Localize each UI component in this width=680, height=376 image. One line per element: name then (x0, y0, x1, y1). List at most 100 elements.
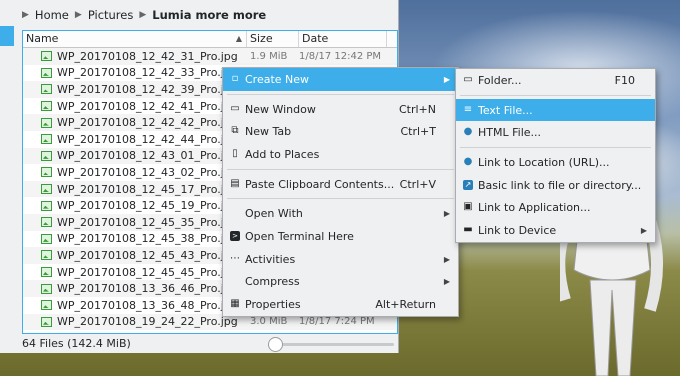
submenu-folder-shortcut: F10 (614, 73, 635, 87)
sort-ascending-icon: ▲ (235, 34, 242, 43)
submenu-arrow-icon: ▶ (443, 277, 450, 287)
file-name-cell: WP_20170108_12_42_39_Pro.jpg (23, 83, 248, 96)
menu-paste[interactable]: ▤ Paste Clipboard Contents... Ctrl+V (223, 173, 458, 196)
file-name: WP_20170108_12_42_39_Pro.jpg (57, 82, 238, 96)
file-name-cell: WP_20170108_12_45_38_Pro.jpg (23, 232, 248, 245)
submenu-link-device[interactable]: ▬ Link to Device ▶ (456, 219, 655, 242)
menu-compress[interactable]: Compress ▶ (223, 271, 458, 294)
submenu-link-location[interactable]: ● Link to Location (URL)... (456, 151, 655, 174)
submenu-link-location-label: Link to Location (URL)... (478, 155, 610, 169)
file-name-cell: WP_20170108_12_42_33_Pro.jpg (23, 66, 248, 79)
column-name[interactable]: Name ▲ (23, 31, 247, 47)
file-size: 3.0 MiB (250, 316, 288, 328)
menu-paste-label: Paste Clipboard Contents... (245, 177, 395, 191)
column-date[interactable]: Date (299, 31, 387, 47)
submenu-basic-link[interactable]: ↗ Basic link to file or directory... (456, 174, 655, 197)
submenu-text-file[interactable]: ≡ Text File... (456, 98, 655, 122)
file-name: WP_20170108_19_24_22_Pro.jpg (57, 315, 238, 329)
submenu-arrow-icon: ▶ (443, 74, 450, 84)
column-size[interactable]: Size (247, 31, 299, 47)
submenu-arrow-icon: ▶ (443, 209, 450, 219)
file-name-cell: WP_20170108_13_36_48_Pro.jpg (23, 299, 248, 312)
image-file-icon (41, 84, 52, 95)
window-icon: ▭ (230, 102, 240, 114)
breadcrumb-arrow-icon[interactable]: ▶ (22, 10, 29, 20)
submenu-html-file[interactable]: ● HTML File... (456, 121, 655, 144)
file-name-cell: WP_20170108_12_45_19_Pro.jpg (23, 199, 248, 212)
menu-properties-shortcut: Alt+Return (375, 298, 436, 312)
image-file-icon (41, 316, 52, 327)
menu-new-window[interactable]: ▭ New Window Ctrl+N (223, 98, 458, 121)
application-icon: ▣ (463, 201, 473, 213)
file-name: WP_20170108_12_42_33_Pro.jpg (57, 66, 238, 80)
submenu-folder-label: Folder... (478, 73, 522, 87)
submenu-link-application[interactable]: ▣ Link to Application... (456, 196, 655, 219)
menu-properties[interactable]: ▦ Properties Alt+Return (223, 293, 458, 316)
image-file-icon (41, 101, 52, 112)
submenu-arrow-icon: ▶ (640, 225, 647, 235)
breadcrumb-home[interactable]: Home (35, 8, 69, 22)
menu-separator (227, 198, 454, 200)
file-name-cell: WP_20170108_19_24_22_Pro.jpg (23, 315, 248, 328)
submenu-basic-link-label: Basic link to file or directory... (478, 178, 642, 192)
file-name: WP_20170108_12_42_41_Pro.jpg (57, 99, 238, 113)
image-file-icon (41, 283, 52, 294)
image-file-icon (41, 67, 52, 78)
menu-open-terminal-label: Open Terminal Here (245, 229, 354, 243)
create-new-icon: ▫ (231, 73, 239, 84)
file-name-cell: WP_20170108_12_45_17_Pro.jpg (23, 183, 248, 196)
file-name-cell: WP_20170108_12_43_02_Pro.jpg (23, 166, 248, 179)
file-name: WP_20170108_12_45_19_Pro.jpg (57, 199, 238, 213)
file-name-cell: WP_20170108_12_42_44_Pro.jpg (23, 133, 248, 146)
bookmark-icon: ▯ (232, 148, 238, 160)
menu-separator (460, 94, 651, 96)
image-file-icon (41, 267, 52, 278)
paste-icon: ▤ (230, 177, 240, 189)
image-file-icon (41, 134, 52, 145)
file-name-cell: WP_20170108_12_42_41_Pro.jpg (23, 100, 248, 113)
menu-paste-shortcut: Ctrl+V (399, 177, 436, 191)
status-bar: 64 Files (142.4 MiB) (0, 334, 398, 353)
menu-open-terminal[interactable]: > Open Terminal Here (223, 225, 458, 248)
places-selected-item[interactable] (0, 26, 14, 46)
zoom-slider[interactable] (268, 337, 394, 352)
globe-icon: ● (463, 126, 473, 138)
menu-new-tab[interactable]: ⧉ New Tab Ctrl+T (223, 120, 458, 143)
globe-icon: ● (463, 156, 473, 168)
zoom-slider-handle[interactable] (268, 337, 283, 352)
submenu-folder[interactable]: ▭ Folder... F10 (456, 69, 655, 92)
breadcrumb-separator-icon: ▶ (139, 10, 147, 20)
link-icon: ↗ (463, 179, 473, 190)
file-name: WP_20170108_12_45_38_Pro.jpg (57, 232, 238, 246)
image-file-icon (41, 150, 52, 161)
menu-open-with[interactable]: Open With ▶ (223, 202, 458, 225)
status-text: 64 Files (142.4 MiB) (22, 337, 131, 350)
menu-add-to-places-label: Add to Places (245, 147, 320, 161)
file-size: 1.9 MiB (250, 50, 288, 62)
folder-icon: ▭ (463, 74, 473, 85)
file-name: WP_20170108_12_42_44_Pro.jpg (57, 132, 238, 146)
image-file-icon (41, 233, 52, 244)
file-name-cell: WP_20170108_12_42_42_Pro.jpg (23, 116, 248, 129)
file-row[interactable]: WP_20170108_12_42_31_Pro.jpg 1.9 MiB 1/8/1… (23, 48, 397, 65)
menu-add-to-places[interactable]: ▯ Add to Places (223, 143, 458, 166)
submenu-arrow-icon: ▶ (443, 254, 450, 264)
menu-compress-label: Compress (245, 275, 300, 289)
menu-properties-label: Properties (245, 298, 301, 312)
places-panel (0, 0, 18, 353)
menu-new-tab-label: New Tab (245, 125, 292, 139)
image-file-icon (41, 300, 52, 311)
menu-activities[interactable]: ⋯ Activities ▶ (223, 248, 458, 271)
image-file-icon (41, 184, 52, 195)
terminal-icon: > (230, 231, 240, 242)
menu-create-new[interactable]: ▫ Create New ▶ (223, 68, 458, 91)
create-new-submenu: ▭ Folder... F10 ≡ Text File... ● HTML Fi… (455, 68, 656, 243)
submenu-text-file-label: Text File... (478, 103, 533, 117)
file-name: WP_20170108_12_42_42_Pro.jpg (57, 116, 238, 130)
breadcrumb-separator-icon: ▶ (74, 10, 82, 20)
file-name-cell: WP_20170108_13_36_46_Pro.jpg (23, 282, 248, 295)
file-name: WP_20170108_12_45_17_Pro.jpg (57, 182, 238, 196)
breadcrumb-current[interactable]: Lumia more more (152, 8, 266, 22)
breadcrumb-pictures[interactable]: Pictures (88, 8, 134, 22)
file-name: WP_20170108_12_45_43_Pro.jpg (57, 248, 238, 262)
